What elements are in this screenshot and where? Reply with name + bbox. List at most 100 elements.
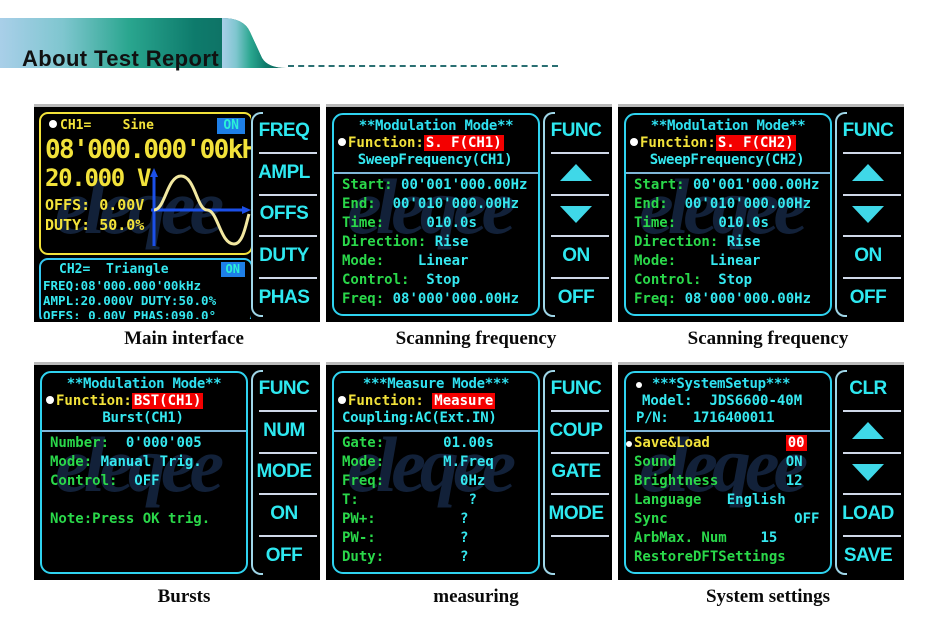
- row-freq[interactable]: Freq: 08'000'000.00Hz: [634, 291, 826, 310]
- softkey-column-bursts: FUNC NUM MODE ON OFF: [251, 368, 317, 577]
- softkey-on[interactable]: ON: [543, 235, 609, 277]
- row-mode[interactable]: Mode: Linear: [342, 253, 534, 272]
- softkey-on[interactable]: ON: [835, 235, 901, 277]
- row-mode[interactable]: Mode: M.Freq: [342, 454, 534, 473]
- function-row[interactable]: Function: BST(CH1): [46, 393, 204, 409]
- softkey-coup[interactable]: COUP: [543, 409, 609, 452]
- softkey-gate[interactable]: GATE: [543, 451, 609, 494]
- row-value: OFF: [794, 511, 820, 527]
- softkey-mode[interactable]: MODE: [543, 493, 609, 535]
- row-key: Direction:: [342, 234, 427, 250]
- softkey-offs[interactable]: OFFS: [251, 193, 317, 236]
- row-number[interactable]: Number: 0'000'005: [50, 435, 242, 454]
- softkey-down[interactable]: [835, 451, 901, 494]
- softkey-save[interactable]: SAVE: [835, 535, 901, 577]
- softkey-down[interactable]: [835, 193, 901, 236]
- softkey-off[interactable]: OFF: [835, 277, 901, 319]
- softkey-up[interactable]: [543, 151, 609, 194]
- softkey-clr[interactable]: CLR: [835, 368, 901, 410]
- ch1-status-badge[interactable]: ON: [217, 118, 245, 134]
- arrow-down-icon: [852, 205, 884, 223]
- pn-value: 1716400011: [692, 410, 775, 426]
- row-mode[interactable]: Mode: Manual Trig.: [50, 454, 242, 473]
- row-key: PW-:: [342, 530, 376, 546]
- function-row[interactable]: Function: S. F(CH2): [630, 135, 796, 151]
- selection-dot-icon: [630, 138, 638, 146]
- header-divider: [626, 430, 830, 432]
- device-screen-main[interactable]: eleqee CH1= Sine ON 08'000.000'00kHz 20.…: [34, 104, 320, 322]
- row-end[interactable]: End: 00'010'000.00Hz: [634, 196, 826, 215]
- modulation-rows: Number: 0'000'005 Mode: Manual Trig. Con…: [50, 435, 242, 530]
- softkey-up[interactable]: [835, 409, 901, 452]
- caption-sweep-ch1: Scanning frequency: [395, 328, 557, 349]
- softkey-off[interactable]: OFF: [251, 535, 317, 577]
- row-key: Mode:: [634, 253, 677, 269]
- row-duty[interactable]: Duty: ?: [342, 549, 534, 568]
- row-value: Rise: [726, 234, 761, 250]
- function-value: S. F(CH1): [423, 135, 504, 151]
- softkey-ampl[interactable]: AMPL: [251, 151, 317, 194]
- row-key: Brightness: [634, 473, 719, 489]
- row-freq[interactable]: Freq: 0Hz: [342, 473, 534, 492]
- row-restore-defaults[interactable]: RestoreDFTSettings: [634, 549, 826, 568]
- row-value: 0'000'005: [125, 435, 202, 451]
- device-screen-measuring[interactable]: eleqee ***Measure Mode*** Function: Meas…: [326, 362, 612, 580]
- softkey-num[interactable]: NUM: [251, 409, 317, 452]
- row-control[interactable]: Control: OFF: [50, 473, 242, 492]
- softkey-blank[interactable]: [543, 535, 609, 577]
- row-direction[interactable]: Direction: Rise: [342, 234, 534, 253]
- modulation-subtitle: SweepFrequency(CH2): [649, 152, 805, 168]
- screen-content-system: eleqee ***SystemSetup*** Model: JDS6600-…: [621, 368, 835, 577]
- row-value: Linear: [709, 253, 761, 269]
- softkey-func[interactable]: FUNC: [543, 110, 609, 152]
- row-value: 08'000'000.00Hz: [684, 291, 812, 307]
- softkey-phas[interactable]: PHAS: [251, 277, 317, 319]
- row-direction[interactable]: Direction: Rise: [634, 234, 826, 253]
- row-time[interactable]: Time: 010.0s: [342, 215, 534, 234]
- device-screen-bursts[interactable]: eleqee **Modulation Mode** Function: BST(…: [34, 362, 320, 580]
- row-arbmax-num[interactable]: ArbMax. Num 15: [634, 530, 826, 549]
- softkey-freq[interactable]: FREQ: [251, 110, 317, 152]
- device-screen-system[interactable]: eleqee ***SystemSetup*** Model: JDS6600-…: [618, 362, 904, 580]
- row-pw-plus[interactable]: PW+: ?: [342, 511, 534, 530]
- ch1-waveform: Sine: [122, 118, 154, 133]
- softkey-func[interactable]: FUNC: [251, 368, 317, 410]
- row-start[interactable]: Start: 00'001'000.00Hz: [634, 177, 826, 196]
- row-gate[interactable]: Gate: 01.00s: [342, 435, 534, 454]
- softkey-up[interactable]: [835, 151, 901, 194]
- row-control[interactable]: Control: Stop: [342, 272, 534, 291]
- caption-measuring: measuring: [433, 586, 519, 607]
- row-pw-minus[interactable]: PW-: ?: [342, 530, 534, 549]
- softkey-on[interactable]: ON: [251, 493, 317, 535]
- device-screen-sweep-ch2[interactable]: eleqee **Modulation Mode** Function: S. F…: [618, 104, 904, 322]
- row-value: 15: [760, 530, 778, 546]
- row-mode[interactable]: Mode: Linear: [634, 253, 826, 272]
- row-save-load[interactable]: Save&Load 00: [626, 435, 826, 454]
- softkey-down[interactable]: [543, 193, 609, 236]
- softkey-duty[interactable]: DUTY: [251, 235, 317, 277]
- device-screen-sweep-ch1[interactable]: eleqee **Modulation Mode** Function: S. F…: [326, 104, 612, 322]
- row-start[interactable]: Start: 00'001'000.00Hz: [342, 177, 534, 196]
- row-control[interactable]: Control: Stop: [634, 272, 826, 291]
- row-freq[interactable]: Freq: 08'000'000.00Hz: [342, 291, 534, 310]
- row-value: 00'010'000.00Hz: [392, 196, 520, 212]
- function-row[interactable]: Function: Measure: [338, 393, 496, 409]
- row-end[interactable]: End: 00'010'000.00Hz: [342, 196, 534, 215]
- row-sync[interactable]: Sync OFF: [634, 511, 826, 530]
- ch1-panel[interactable]: CH1= Sine ON 08'000.000'00kHz 20.000 V O…: [39, 112, 251, 255]
- row-key: End:: [634, 196, 668, 212]
- row-t[interactable]: T: ?: [342, 492, 534, 511]
- function-row[interactable]: Function: S. F(CH1): [338, 135, 504, 151]
- softkey-func[interactable]: FUNC: [835, 110, 901, 152]
- ch2-panel[interactable]: CH2= Triangle ON FREQ:08'000.000'00kHz A…: [39, 258, 251, 319]
- row-brightness[interactable]: Brightness 12: [634, 473, 826, 492]
- row-time[interactable]: Time: 010.0s: [634, 215, 826, 234]
- softkey-load[interactable]: LOAD: [835, 493, 901, 535]
- row-sound[interactable]: Sound ON: [634, 454, 826, 473]
- row-language[interactable]: Language English: [634, 492, 826, 511]
- selection-dot-icon: [338, 138, 346, 146]
- softkey-mode[interactable]: MODE: [251, 451, 317, 494]
- softkey-func[interactable]: FUNC: [543, 368, 609, 410]
- ch2-status-badge[interactable]: ON: [220, 262, 245, 277]
- softkey-off[interactable]: OFF: [543, 277, 609, 319]
